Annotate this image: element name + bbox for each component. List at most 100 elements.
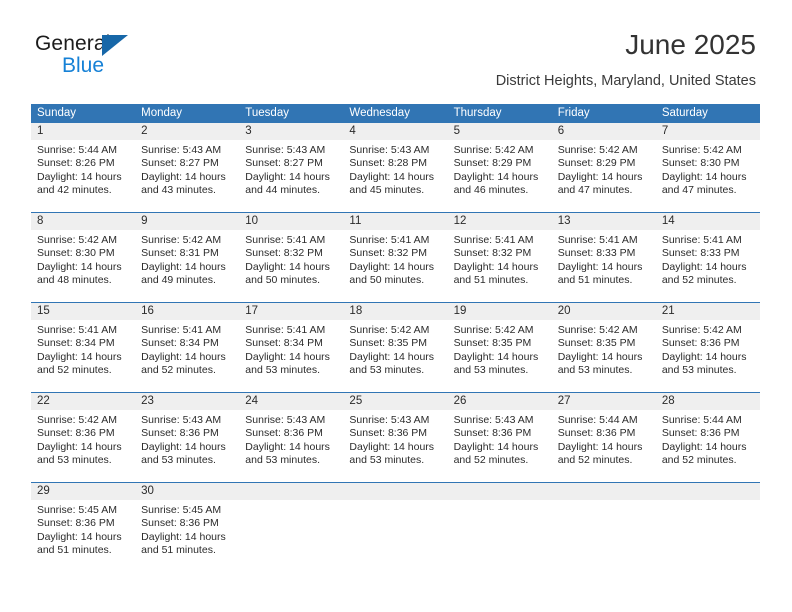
day-number[interactable]: 12 — [448, 213, 552, 230]
sunrise-text: Sunrise: 5:42 AM — [141, 234, 222, 246]
day-cell[interactable]: Sunrise: 5:42 AM Sunset: 8:29 PM Daylight:… — [448, 140, 552, 212]
day-number[interactable]: 28 — [656, 393, 760, 410]
day-number[interactable]: 27 — [552, 393, 656, 410]
daylight-text: and 51 minutes. — [557, 274, 633, 287]
day-number[interactable]: 25 — [343, 393, 447, 410]
day-cell[interactable]: Sunrise: 5:42 AM Sunset: 8:35 PM Daylight:… — [448, 320, 552, 392]
day-cell[interactable]: Sunrise: 5:43 AM Sunset: 8:36 PM Daylight:… — [135, 410, 239, 482]
day-number[interactable]: 29 — [31, 483, 135, 500]
day-cell[interactable]: Sunrise: 5:43 AM Sunset: 8:28 PM Daylight:… — [343, 140, 447, 212]
daylight-text: and 53 minutes. — [349, 454, 425, 467]
day-number[interactable]: 3 — [239, 123, 343, 140]
day-cell[interactable]: Sunrise: 5:42 AM Sunset: 8:36 PM Daylight:… — [31, 410, 135, 482]
day-number[interactable]: 7 — [656, 123, 760, 140]
day-number[interactable]: 2 — [135, 123, 239, 140]
day-cell[interactable]: Sunrise: 5:41 AM Sunset: 8:32 PM Daylight:… — [343, 230, 447, 302]
generalblue-logo[interactable]: General Blue — [35, 33, 235, 83]
day-number[interactable]: 5 — [448, 123, 552, 140]
day-cell-empty — [552, 500, 656, 572]
sunset-text: Sunset: 8:32 PM — [453, 247, 532, 260]
day-number[interactable]: 4 — [343, 123, 447, 140]
sunrise-text: Sunrise: 5:41 AM — [349, 234, 430, 246]
day-cell[interactable]: Sunrise: 5:45 AM Sunset: 8:36 PM Daylight:… — [135, 500, 239, 572]
daylight-text: and 52 minutes. — [453, 454, 529, 467]
weekday-wednesday: Wednesday — [349, 107, 410, 119]
daylight-text: and 52 minutes. — [141, 364, 216, 377]
daylight-text: and 53 minutes. — [453, 364, 529, 377]
day-cell[interactable]: Sunrise: 5:42 AM Sunset: 8:30 PM Daylight:… — [656, 140, 760, 212]
day-number[interactable]: 15 — [31, 303, 135, 320]
sunset-text: Sunset: 8:33 PM — [661, 247, 740, 260]
day-cell-empty — [656, 500, 760, 572]
daylight-text: Daylight: 14 hours — [349, 350, 435, 363]
page-header: General Blue June 2025 District Heights,… — [0, 0, 792, 98]
daylight-text: Daylight: 14 hours — [557, 350, 643, 363]
day-cell[interactable]: Sunrise: 5:43 AM Sunset: 8:27 PM Daylight:… — [135, 140, 239, 212]
day-number[interactable]: 10 — [239, 213, 343, 230]
daylight-text: and 44 minutes. — [245, 184, 320, 197]
day-number[interactable]: 17 — [239, 303, 343, 320]
day-cell[interactable]: Sunrise: 5:42 AM Sunset: 8:36 PM Daylight:… — [656, 320, 760, 392]
sunset-text: Sunset: 8:35 PM — [453, 337, 532, 350]
day-cell[interactable]: Sunrise: 5:43 AM Sunset: 8:36 PM Daylight:… — [343, 410, 447, 482]
day-number[interactable]: 18 — [343, 303, 447, 320]
day-number[interactable]: 19 — [448, 303, 552, 320]
day-cell[interactable]: Sunrise: 5:43 AM Sunset: 8:36 PM Daylight:… — [239, 410, 343, 482]
daylight-text: Daylight: 14 hours — [37, 170, 122, 183]
day-number[interactable]: 13 — [552, 213, 656, 230]
day-cell[interactable]: Sunrise: 5:41 AM Sunset: 8:33 PM Daylight:… — [552, 230, 656, 302]
day-number[interactable]: 14 — [656, 213, 760, 230]
day-number[interactable]: 6 — [552, 123, 656, 140]
day-number[interactable]: 20 — [552, 303, 656, 320]
daylight-text: Daylight: 14 hours — [141, 260, 226, 273]
sunrise-text: Sunrise: 5:43 AM — [349, 144, 430, 156]
day-cell[interactable]: Sunrise: 5:42 AM Sunset: 8:30 PM Daylight:… — [31, 230, 135, 302]
day-number[interactable]: 21 — [656, 303, 760, 320]
day-cell-empty — [656, 483, 760, 500]
day-cell[interactable]: Sunrise: 5:44 AM Sunset: 8:36 PM Daylight:… — [656, 410, 760, 482]
day-cell[interactable]: Sunrise: 5:42 AM Sunset: 8:35 PM Daylight:… — [552, 320, 656, 392]
day-cell[interactable]: Sunrise: 5:41 AM Sunset: 8:34 PM Daylight:… — [135, 320, 239, 392]
sunrise-text: Sunrise: 5:41 AM — [245, 234, 326, 246]
day-number[interactable]: 9 — [135, 213, 239, 230]
week-detail-band: Sunrise: 5:41 AM Sunset: 8:34 PM Daylight:… — [31, 320, 760, 392]
logo-general-text: General — [35, 32, 111, 55]
day-cell[interactable]: Sunrise: 5:41 AM Sunset: 8:32 PM Daylight:… — [448, 230, 552, 302]
day-cell-empty — [343, 500, 447, 572]
day-cell[interactable]: Sunrise: 5:41 AM Sunset: 8:33 PM Daylight:… — [656, 230, 760, 302]
day-number[interactable]: 23 — [135, 393, 239, 410]
daylight-text: and 47 minutes. — [661, 184, 737, 197]
sunrise-text: Sunrise: 5:42 AM — [37, 234, 117, 246]
week-detail-band: Sunrise: 5:44 AM Sunset: 8:26 PM Daylight:… — [31, 140, 760, 212]
day-cell[interactable]: Sunrise: 5:43 AM Sunset: 8:27 PM Daylight:… — [239, 140, 343, 212]
day-number[interactable]: 22 — [31, 393, 135, 410]
sunrise-text: Sunrise: 5:42 AM — [557, 144, 638, 156]
day-cell[interactable]: Sunrise: 5:44 AM Sunset: 8:26 PM Daylight:… — [31, 140, 135, 212]
daylight-text: and 49 minutes. — [141, 274, 216, 287]
day-number[interactable]: 26 — [448, 393, 552, 410]
sunset-text: Sunset: 8:35 PM — [557, 337, 636, 350]
daylight-text: and 51 minutes. — [141, 544, 216, 557]
day-cell[interactable]: Sunrise: 5:45 AM Sunset: 8:36 PM Daylight:… — [31, 500, 135, 572]
day-cell[interactable]: Sunrise: 5:41 AM Sunset: 8:34 PM Daylight:… — [31, 320, 135, 392]
day-number[interactable]: 8 — [31, 213, 135, 230]
daylight-text: and 53 minutes. — [245, 364, 320, 377]
day-cell[interactable]: Sunrise: 5:43 AM Sunset: 8:36 PM Daylight:… — [448, 410, 552, 482]
day-cell[interactable]: Sunrise: 5:44 AM Sunset: 8:36 PM Daylight:… — [552, 410, 656, 482]
day-number[interactable]: 1 — [31, 123, 135, 140]
day-number[interactable]: 30 — [135, 483, 239, 500]
sunrise-text: Sunrise: 5:41 AM — [453, 234, 534, 246]
day-cell[interactable]: Sunrise: 5:41 AM Sunset: 8:32 PM Daylight:… — [239, 230, 343, 302]
day-number[interactable]: 11 — [343, 213, 447, 230]
daylight-text: Daylight: 14 hours — [141, 530, 226, 543]
day-cell[interactable]: Sunrise: 5:41 AM Sunset: 8:34 PM Daylight:… — [239, 320, 343, 392]
day-cell[interactable]: Sunrise: 5:42 AM Sunset: 8:29 PM Daylight:… — [552, 140, 656, 212]
sunset-text: Sunset: 8:34 PM — [245, 337, 323, 350]
triangle-icon — [102, 35, 128, 56]
day-number[interactable]: 16 — [135, 303, 239, 320]
page-title: June 2025 — [625, 29, 756, 60]
day-number[interactable]: 24 — [239, 393, 343, 410]
day-cell[interactable]: Sunrise: 5:42 AM Sunset: 8:35 PM Daylight:… — [343, 320, 447, 392]
day-cell[interactable]: Sunrise: 5:42 AM Sunset: 8:31 PM Daylight:… — [135, 230, 239, 302]
daylight-text: Daylight: 14 hours — [349, 170, 435, 183]
